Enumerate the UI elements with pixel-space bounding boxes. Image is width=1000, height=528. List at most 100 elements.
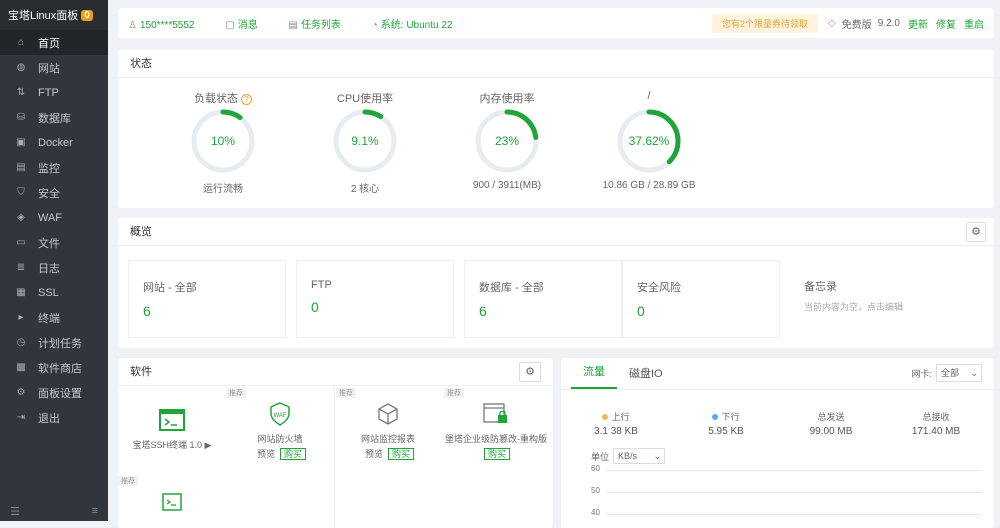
sidebar-item-label: SSL (38, 286, 59, 299)
sidebar-item-5[interactable]: ▤ 监控 (0, 155, 108, 180)
globe-icon: ◍ (16, 62, 26, 73)
cron-icon: ◷ (16, 337, 26, 348)
software-name: 网站监控报表 (360, 434, 415, 444)
menu-icon[interactable]: ≡ (92, 505, 98, 517)
user-account[interactable]: ♙ 150****5552 (128, 20, 208, 31)
restart-button[interactable]: 重启 (964, 16, 984, 31)
overview-label: 安全风险 (637, 282, 681, 294)
traffic-stat: 上行 3.1 38 KB (571, 410, 661, 437)
software-item-tamper-proof[interactable]: 堡塔企业级防篡改-重构版 购买 (442, 402, 550, 460)
warning-icon[interactable]: ? (241, 93, 252, 105)
overview-settings-gear-icon[interactable]: ⚙ (966, 222, 986, 242)
grid-line (606, 470, 981, 471)
chevron-down-icon: ⌄ (653, 451, 662, 461)
traffic-stat: 总发送 99.00 MB (786, 410, 876, 437)
status-gauge[interactable]: / 37.62% 10.86 GB / 28.89 GB (584, 90, 714, 191)
status-gauge[interactable]: 内存使用率 23% 900 / 3911(MB) (442, 90, 572, 191)
version-number: 9.2.0 (877, 17, 900, 29)
recommend-tag: 推荐 (336, 388, 356, 398)
overview-card[interactable]: 安全风险 0 (622, 260, 780, 338)
interface-selector: 网卡: 全部 ⌄ (911, 364, 982, 382)
buy-button[interactable]: 购买 (388, 448, 415, 460)
sidebar-item-label: 网站 (38, 62, 60, 75)
repair-button[interactable]: 修复 (936, 16, 956, 31)
sidebar-nav: ⌂ 首页 ◍ 网站 ⇅ FTP ⛁ 数据库 ▣ Docker ▤ 监控 ⛉ 安全 ◈ WAF ▭ 文件 ≣ 日志 ▦ SS… (0, 30, 108, 430)
overview-card[interactable]: 数据库 - 全部 6 (464, 260, 622, 338)
sidebar-item-14[interactable]: ⚙ 面板设置 (0, 380, 108, 405)
sidebar-item-label: 监控 (38, 162, 60, 175)
top-bar: ♙ 150****5552 ▢ 消息 ▤ 任务列表 ◔ 系统: Ubuntu 22 您有… (118, 8, 994, 38)
sidebar: 宝塔Linux面板 0 ⌂ 首页 ◍ 网站 ⇅ FTP ⛁ 数据库 ▣ Docker ▤ 监控 ⛉ 安全 ◈… (0, 0, 108, 521)
sidebar-item-8[interactable]: ▭ 文件 (0, 230, 108, 255)
overview-value: 6 (143, 303, 151, 319)
overview-panel: 概览 ⚙ 网站 - 全部 6 FTP 0 数据库 - 全部 6 安全风险 0 备忘录 当前内容… (118, 218, 994, 348)
status-gauge[interactable]: 负载状态? 10% 运行流畅 (158, 90, 288, 195)
bell-icon: ▢ (225, 19, 235, 31)
gauge-subtext: 2 核心 (350, 184, 380, 195)
sidebar-item-0[interactable]: ⌂ 首页 (0, 30, 108, 55)
buy-button[interactable]: 购买 (280, 448, 307, 460)
settings-icon: ⚙ (16, 387, 26, 398)
sidebar-item-2[interactable]: ⇅ FTP (0, 80, 108, 105)
overview-label: 数据库 - 全部 (479, 282, 544, 294)
brand-logo[interactable]: 宝塔Linux面板 0 (0, 0, 108, 30)
lock-window-icon (482, 402, 510, 426)
sidebar-item-9[interactable]: ≣ 日志 (0, 255, 108, 280)
memo-card[interactable]: 备忘录 当前内容为空，点击编辑 (790, 260, 958, 338)
gauge-value: 37.62% (628, 134, 670, 148)
sidebar-item-label: 首页 (38, 37, 60, 50)
sidebar-item-3[interactable]: ⛁ 数据库 (0, 105, 108, 130)
coupon-promo[interactable]: 您有2个限量券待领取 (712, 13, 819, 33)
gauge-value: 10% (210, 134, 236, 148)
unit-select[interactable]: KB/s ⌄ (613, 448, 666, 464)
overview-title: 概览 (118, 218, 994, 246)
waf-icon: ◈ (17, 212, 25, 223)
preview-button[interactable]: 预览 (254, 449, 278, 459)
terminal-icon (158, 490, 186, 514)
edition-label: 免费版 (841, 19, 872, 31)
overview-label: FTP (311, 279, 332, 291)
software-item-terminal-2[interactable] (118, 490, 226, 520)
sidebar-item-12[interactable]: ◷ 计划任务 (0, 330, 108, 355)
interface-select[interactable]: 全部 ⌄ (936, 364, 982, 382)
preview-button[interactable]: 预览 (362, 449, 386, 459)
ssl-icon: ▦ (16, 287, 26, 298)
buy-button[interactable]: 购买 (483, 448, 510, 460)
tab-traffic[interactable]: 流量 (571, 363, 617, 389)
sidebar-item-7[interactable]: ◈ WAF (0, 205, 108, 230)
update-button[interactable]: 更新 (908, 16, 928, 31)
sidebar-item-11[interactable]: ▸ 终端 (0, 305, 108, 330)
tab-disk-io[interactable]: 磁盘IO (617, 365, 675, 389)
ftp-icon: ⇅ (16, 87, 26, 98)
sidebar-item-label: WAF (38, 211, 63, 224)
unit-selector: 单位 KB/s ⌄ (591, 448, 666, 464)
software-item-waf[interactable]: WAF 网站防火墙 预览 购买 (226, 402, 334, 460)
sidebar-item-4[interactable]: ▣ Docker (0, 130, 108, 155)
collapse-icon[interactable]: ☰ (10, 505, 20, 518)
waf-shield-icon: WAF (266, 402, 294, 426)
notice-link[interactable]: ▢ 消息 (225, 20, 271, 31)
status-panel: 状态 负载状态? 10% 运行流畅 CPU使用率 9.1% 2 核心 内存使用率 23% 900… (118, 50, 994, 208)
sidebar-item-label: 终端 (38, 312, 60, 325)
diamond-icon: ◇ (828, 17, 836, 29)
overview-card[interactable]: 网站 - 全部 6 (128, 260, 286, 338)
sidebar-item-15[interactable]: ⇥ 退出 (0, 405, 108, 430)
sidebar-item-6[interactable]: ⛉ 安全 (0, 180, 108, 205)
overview-card[interactable]: FTP 0 (296, 260, 454, 338)
overview-label: 网站 - 全部 (143, 282, 197, 294)
overview-value: 0 (311, 299, 319, 315)
sidebar-item-1[interactable]: ◍ 网站 (0, 55, 108, 80)
gauge-label: CPU使用率 (336, 93, 394, 105)
tasks-link[interactable]: ▤ 任务列表 (288, 20, 354, 31)
home-icon: ⌂ (17, 37, 25, 48)
software-settings-gear-icon[interactable]: ⚙ (519, 362, 541, 382)
system-info: ◔ 系统: Ubuntu 22 (371, 19, 453, 31)
software-item-monitor-report[interactable]: 网站监控报表 预览 购买 (334, 402, 442, 460)
sidebar-item-label: 退出 (38, 412, 60, 425)
list-icon: ▤ (288, 19, 298, 31)
status-gauge[interactable]: CPU使用率 9.1% 2 核心 (300, 90, 430, 195)
memo-hint[interactable]: 当前内容为空，点击编辑 (804, 300, 944, 313)
sidebar-item-13[interactable]: ▩ 软件商店 (0, 355, 108, 380)
sidebar-item-10[interactable]: ▦ SSL (0, 280, 108, 305)
software-item-ssh[interactable]: 宝塔SSH终端 1.0 ▶ (118, 408, 226, 451)
